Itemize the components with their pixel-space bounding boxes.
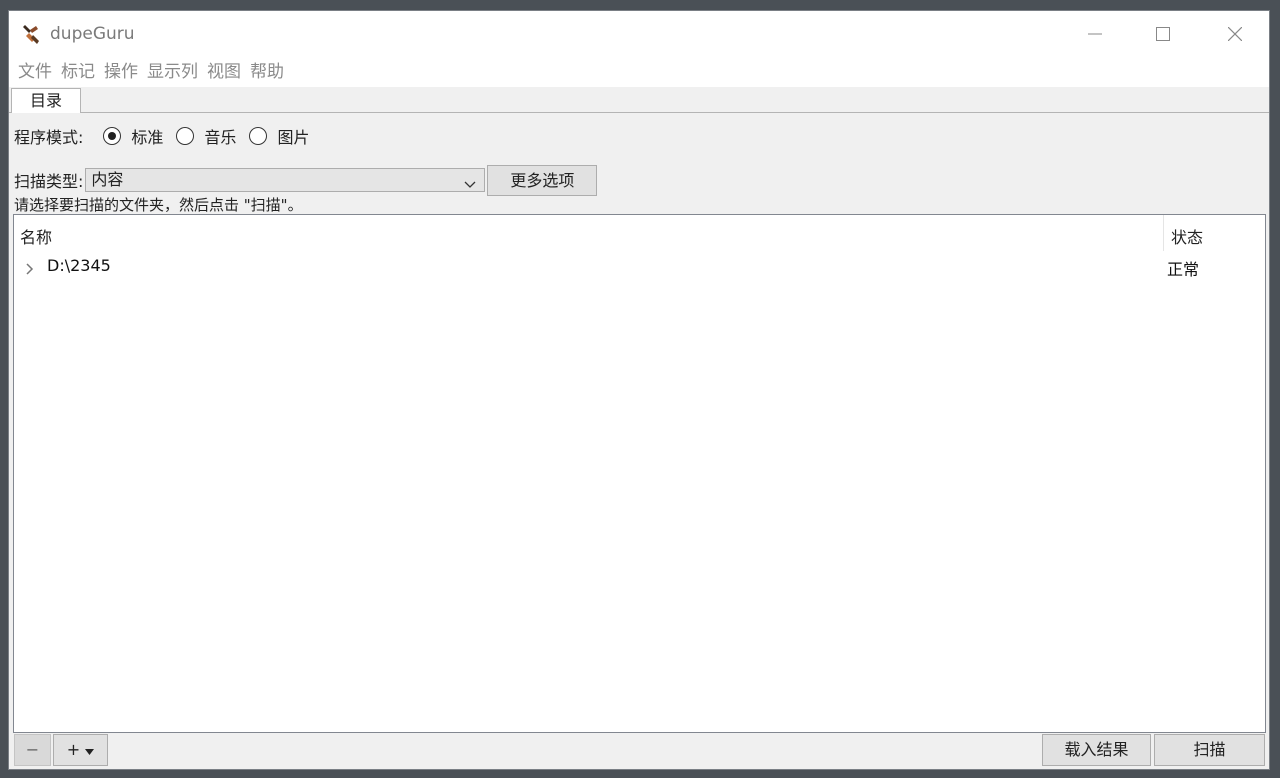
tab-strip: 目录 <box>9 87 1269 114</box>
radio-unselected-icon <box>249 127 268 145</box>
dupeguru-app-icon <box>22 23 42 45</box>
directory-name: D:\2345 <box>47 256 111 275</box>
tree-header: 名称 状态 <box>14 215 1265 251</box>
menu-file[interactable]: 文件 <box>17 57 60 87</box>
radio-unselected-icon <box>176 127 195 145</box>
directories-tree[interactable]: 名称 状态 D:\2345 正常 <box>13 214 1266 733</box>
scan-type-select[interactable]: 内容 <box>85 168 486 192</box>
maximize-icon <box>1156 27 1170 41</box>
mode-picture-label: 图片 <box>277 128 310 147</box>
minimize-button[interactable] <box>1061 11 1129 57</box>
maximize-button[interactable] <box>1129 11 1197 57</box>
mode-standard-radio[interactable]: 标准 <box>103 124 163 148</box>
app-mode-row: 程序模式: 标准 音乐 图片 <box>14 125 309 147</box>
mode-standard-label: 标准 <box>131 128 164 147</box>
tab-directories[interactable]: 目录 <box>11 88 81 114</box>
radio-selected-icon <box>103 127 122 145</box>
table-row[interactable]: D:\2345 正常 <box>14 253 1265 279</box>
column-header-status[interactable]: 状态 <box>1171 224 1203 248</box>
menu-columns[interactable]: 显示列 <box>146 57 206 87</box>
bottom-bar: − + 载入结果 扫描 <box>9 733 1269 769</box>
menu-bar: 文件 标记 操作 显示列 视图 帮助 <box>9 57 1269 87</box>
remove-folder-button[interactable]: − <box>14 734 51 766</box>
directory-status[interactable]: 正常 <box>1167 256 1199 280</box>
menu-mark[interactable]: 标记 <box>60 57 103 87</box>
scan-type-label: 扫描类型: <box>14 172 84 191</box>
load-results-button[interactable]: 载入结果 <box>1042 734 1151 766</box>
title-bar[interactable]: dupeGuru <box>9 11 1269 57</box>
menu-actions[interactable]: 操作 <box>103 57 146 87</box>
close-button[interactable] <box>1201 11 1269 57</box>
caret-down-icon <box>85 735 95 765</box>
add-folder-label: + <box>66 740 81 759</box>
menu-help[interactable]: 帮助 <box>249 57 292 87</box>
close-icon <box>1228 27 1242 41</box>
column-divider[interactable] <box>1163 215 1164 251</box>
scan-button[interactable]: 扫描 <box>1154 734 1265 766</box>
window-title: dupeGuru <box>50 24 135 44</box>
app-window: dupeGuru 文件 标记 操作 显示列 视图 帮助 目录 程序模式: 标准 … <box>8 10 1270 770</box>
column-header-name[interactable]: 名称 <box>20 224 52 248</box>
mode-music-radio[interactable]: 音乐 <box>176 124 236 148</box>
minimize-icon <box>1088 27 1102 41</box>
add-folder-button[interactable]: + <box>53 734 108 766</box>
directories-panel: 程序模式: 标准 音乐 图片 扫描类型: 内容 更多选项 请选择要扫描的文件夹，… <box>9 113 1269 769</box>
menu-view[interactable]: 视图 <box>206 57 249 87</box>
mode-music-label: 音乐 <box>204 128 237 147</box>
mode-picture-radio[interactable]: 图片 <box>249 124 309 148</box>
more-options-button[interactable]: 更多选项 <box>487 164 598 196</box>
chevron-right-icon[interactable] <box>24 260 34 279</box>
app-mode-label: 程序模式: <box>14 128 84 147</box>
scan-type-value: 内容 <box>91 170 124 189</box>
scan-type-row: 扫描类型: 内容 更多选项 <box>14 164 598 196</box>
chevron-down-icon <box>464 174 476 196</box>
hint-text: 请选择要扫描的文件夹，然后点击 "扫描"。 <box>14 196 303 214</box>
